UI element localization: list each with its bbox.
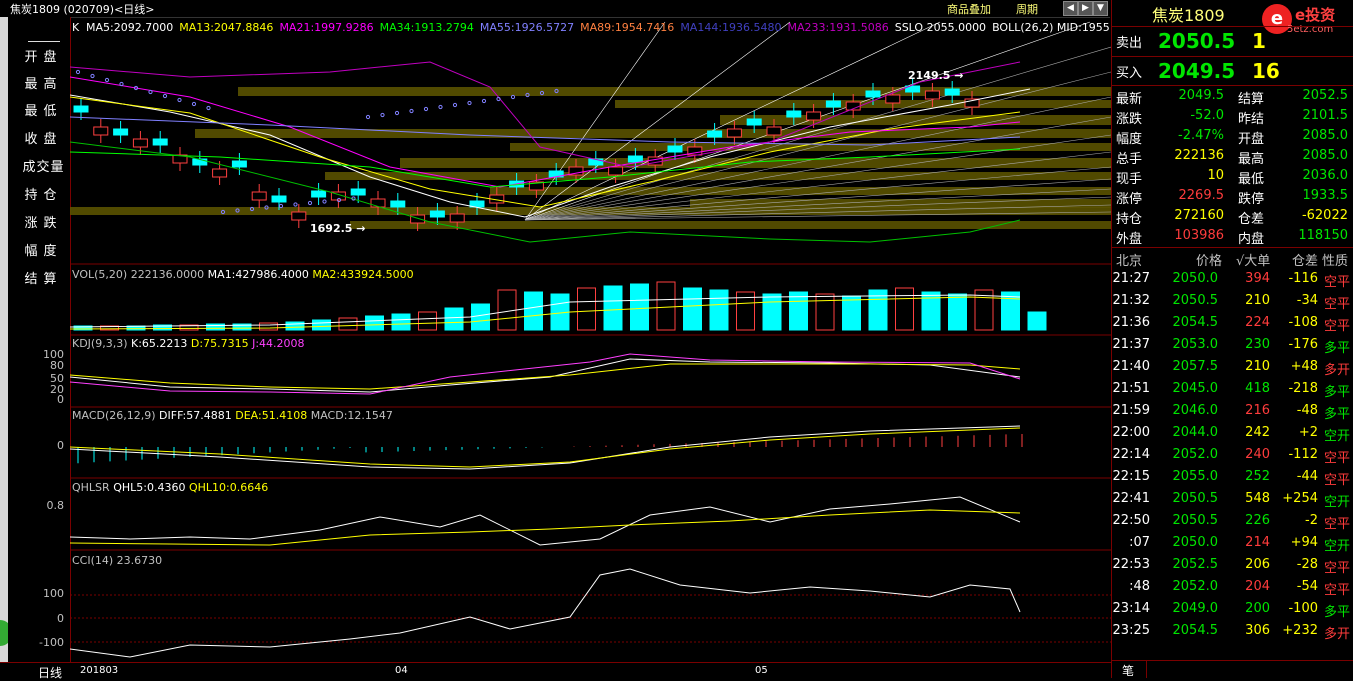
kdj-axis-0: 0 <box>57 393 64 406</box>
buy-row: 买入 2049.5 16 <box>1116 59 1280 83</box>
ma-legend-item: MA55:1926.5727 <box>479 21 575 34</box>
kdj-legend: KDJ(9,3,3) K:65.2213 D:75.7315 J:44.2008 <box>72 337 305 350</box>
tick-row: 23:14 2049.0 200 -100 多平 <box>1112 601 1350 620</box>
stat-row: 总手 222136 最高 2085.0 <box>1116 148 1348 167</box>
menu-high[interactable]: 最高 <box>16 74 71 96</box>
tick-row: :48 2052.0 204 -54 空平 <box>1129 579 1350 598</box>
menu-pct[interactable]: 幅度 <box>16 241 71 263</box>
tick-list: 21:27 2050.0 394 -116 空平 21:32 2050.5 210 -34 空平 2… <box>1112 268 1353 658</box>
tick-row: 21:59 2046.0 216 -48 多平 <box>1112 403 1350 422</box>
brand-name: e投资 <box>1295 6 1336 24</box>
menu-low[interactable]: 最低 <box>16 101 71 123</box>
tick-row: 21:37 2053.0 230 -176 多平 <box>1112 337 1350 356</box>
tab-ticks[interactable]: 笔 <box>1122 662 1134 679</box>
tick-row: 22:41 2050.5 548 +254 空开 <box>1112 491 1350 510</box>
ma-legend-item: MA89:1954.7416 <box>580 21 675 34</box>
tick-row: 22:53 2052.5 206 -28 空平 <box>1112 557 1350 576</box>
stat-row: 外盘 103986 内盘 118150 <box>1116 228 1348 247</box>
low-mark: 1692.5 → <box>310 222 366 235</box>
kline-chart[interactable]: K MA5:2092.7000 MA13:2047.8846 MA21:1997.9… <box>39 17 1111 662</box>
cci-axis-100: 100 <box>43 587 64 600</box>
qhl-axis-08: 0.8 <box>46 499 65 512</box>
quote-panel: 焦炭1809 e e投资 5etz.com 卖出 2050.5 1 买入 204… <box>1111 0 1353 678</box>
tick-row: 22:00 2044.0 242 +2 空开 <box>1112 425 1350 444</box>
window-title: 焦炭1809 (020709)<日线> <box>10 3 155 16</box>
menu-oi[interactable]: 持仓 <box>16 185 71 207</box>
ma-legend-item: MA13:2047.8846 <box>179 21 274 34</box>
left-menu: 开盘 最高 最低 收盘 成交量 持仓 涨跌 幅度 结算 <box>8 17 71 662</box>
stat-row: 现手 10 最低 2036.0 <box>1116 168 1348 187</box>
menu-change[interactable]: 涨跌 <box>16 213 71 235</box>
x-label-201803: 201803 <box>80 665 119 676</box>
tick-row: 21:36 2054.5 224 -108 空平 <box>1112 315 1350 334</box>
tick-row: 21:51 2045.0 418 -218 多平 <box>1112 381 1350 400</box>
next-arrow-icon[interactable]: ▶ <box>1078 1 1093 16</box>
tick-row: 21:40 2057.5 210 +48 多开 <box>1112 359 1350 378</box>
tick-row: 22:50 2050.5 226 -2 空平 <box>1112 513 1350 532</box>
ma-legend-item: MA233:1931.5086 <box>787 21 889 34</box>
ma-legend-item: SSLO 2055.0000 <box>894 21 987 34</box>
k-label: K <box>72 21 80 34</box>
tick-row: 23:25 2054.5 306 +232 多开 <box>1112 623 1350 642</box>
left-scroll-strip[interactable] <box>0 17 8 662</box>
menu-volume[interactable]: 成交量 <box>16 157 71 179</box>
vol-legend: VOL(5,20) 222136.0000 MA1:427986.4000 MA… <box>72 268 414 281</box>
period-label: 日线 <box>38 666 63 680</box>
tick-row: 21:32 2050.5 210 -34 空平 <box>1112 293 1350 312</box>
ma-legend: MA5:2092.7000 MA13:2047.8846 MA21:1997.928… <box>86 21 1116 34</box>
ma-legend-item: MA34:1913.2794 <box>379 21 474 34</box>
tick-row: :07 2050.0 214 +94 空开 <box>1129 535 1350 554</box>
stat-row: 涨停 2269.5 跌停 1933.5 <box>1116 188 1348 207</box>
macd-legend: MACD(26,12,9) DIFF:57.4881 DEA:51.4108 M… <box>72 409 393 422</box>
menu-open[interactable]: 开盘 <box>16 47 71 69</box>
menu-close[interactable]: 收盘 <box>16 129 71 151</box>
x-label-05: 05 <box>755 665 768 676</box>
x-axis-bar: 日线 201803 04 05 <box>0 662 1111 680</box>
high-mark: 2149.5 → <box>908 69 964 82</box>
stat-row: 涨跌 -52.0 昨结 2101.5 <box>1116 108 1348 127</box>
kdj-axis-80: 80 <box>50 359 64 372</box>
stat-row: 最新 2049.5 结算 2052.5 <box>1116 88 1348 107</box>
qhl-legend: QHLSR QHL5:0.4360 QHL10:0.6646 <box>72 481 269 494</box>
expand-arrow-icon[interactable]: ▼ <box>1093 1 1108 16</box>
overlay-menu[interactable]: 商品叠加 <box>947 1 991 17</box>
ma-legend-item: BOLL(26,2) MID:1955 <box>992 21 1110 34</box>
cci-legend: CCI(14) 23.6730 <box>72 554 163 567</box>
stat-row: 持仓 272160 仓差 -62022 <box>1116 208 1348 227</box>
sell-row: 卖出 2050.5 1 <box>1116 29 1266 53</box>
cci-axis-m100: -100 <box>39 636 64 649</box>
ma-legend-item: MA21:1997.9286 <box>279 21 374 34</box>
cci-axis-0: 0 <box>57 612 64 625</box>
tick-row: 21:27 2050.0 394 -116 空平 <box>1112 271 1350 290</box>
tick-header: 北京 价格 √大单 仓差 性质 <box>1116 254 1349 269</box>
menu-settle[interactable]: 结算 <box>16 269 71 291</box>
tick-row: 22:14 2052.0 240 -112 空平 <box>1112 447 1350 466</box>
ma-legend-item: MA5:2092.7000 <box>86 21 174 34</box>
macd-axis-0: 0 <box>57 439 64 452</box>
tick-row: 22:15 2055.0 252 -44 空平 <box>1112 469 1350 488</box>
stats-table: 最新 2049.5 结算 2052.5 涨跌 -52.0 昨结 2101.5 幅度 -2.47% 开… <box>1112 86 1353 247</box>
period-menu[interactable]: 周期 <box>1016 1 1038 17</box>
prev-arrow-icon[interactable]: ◀ <box>1063 1 1078 16</box>
stat-row: 幅度 -2.47% 开盘 2085.0 <box>1116 128 1348 147</box>
x-label-04: 04 <box>395 665 408 676</box>
title-bar: 焦炭1809 (020709)<日线> 商品叠加 周期 ◀ ▶ ▼ <box>0 0 1110 18</box>
ma-legend-item: MA144:1936.5480 <box>680 21 782 34</box>
contract-title: 焦炭1809 <box>1152 6 1225 25</box>
